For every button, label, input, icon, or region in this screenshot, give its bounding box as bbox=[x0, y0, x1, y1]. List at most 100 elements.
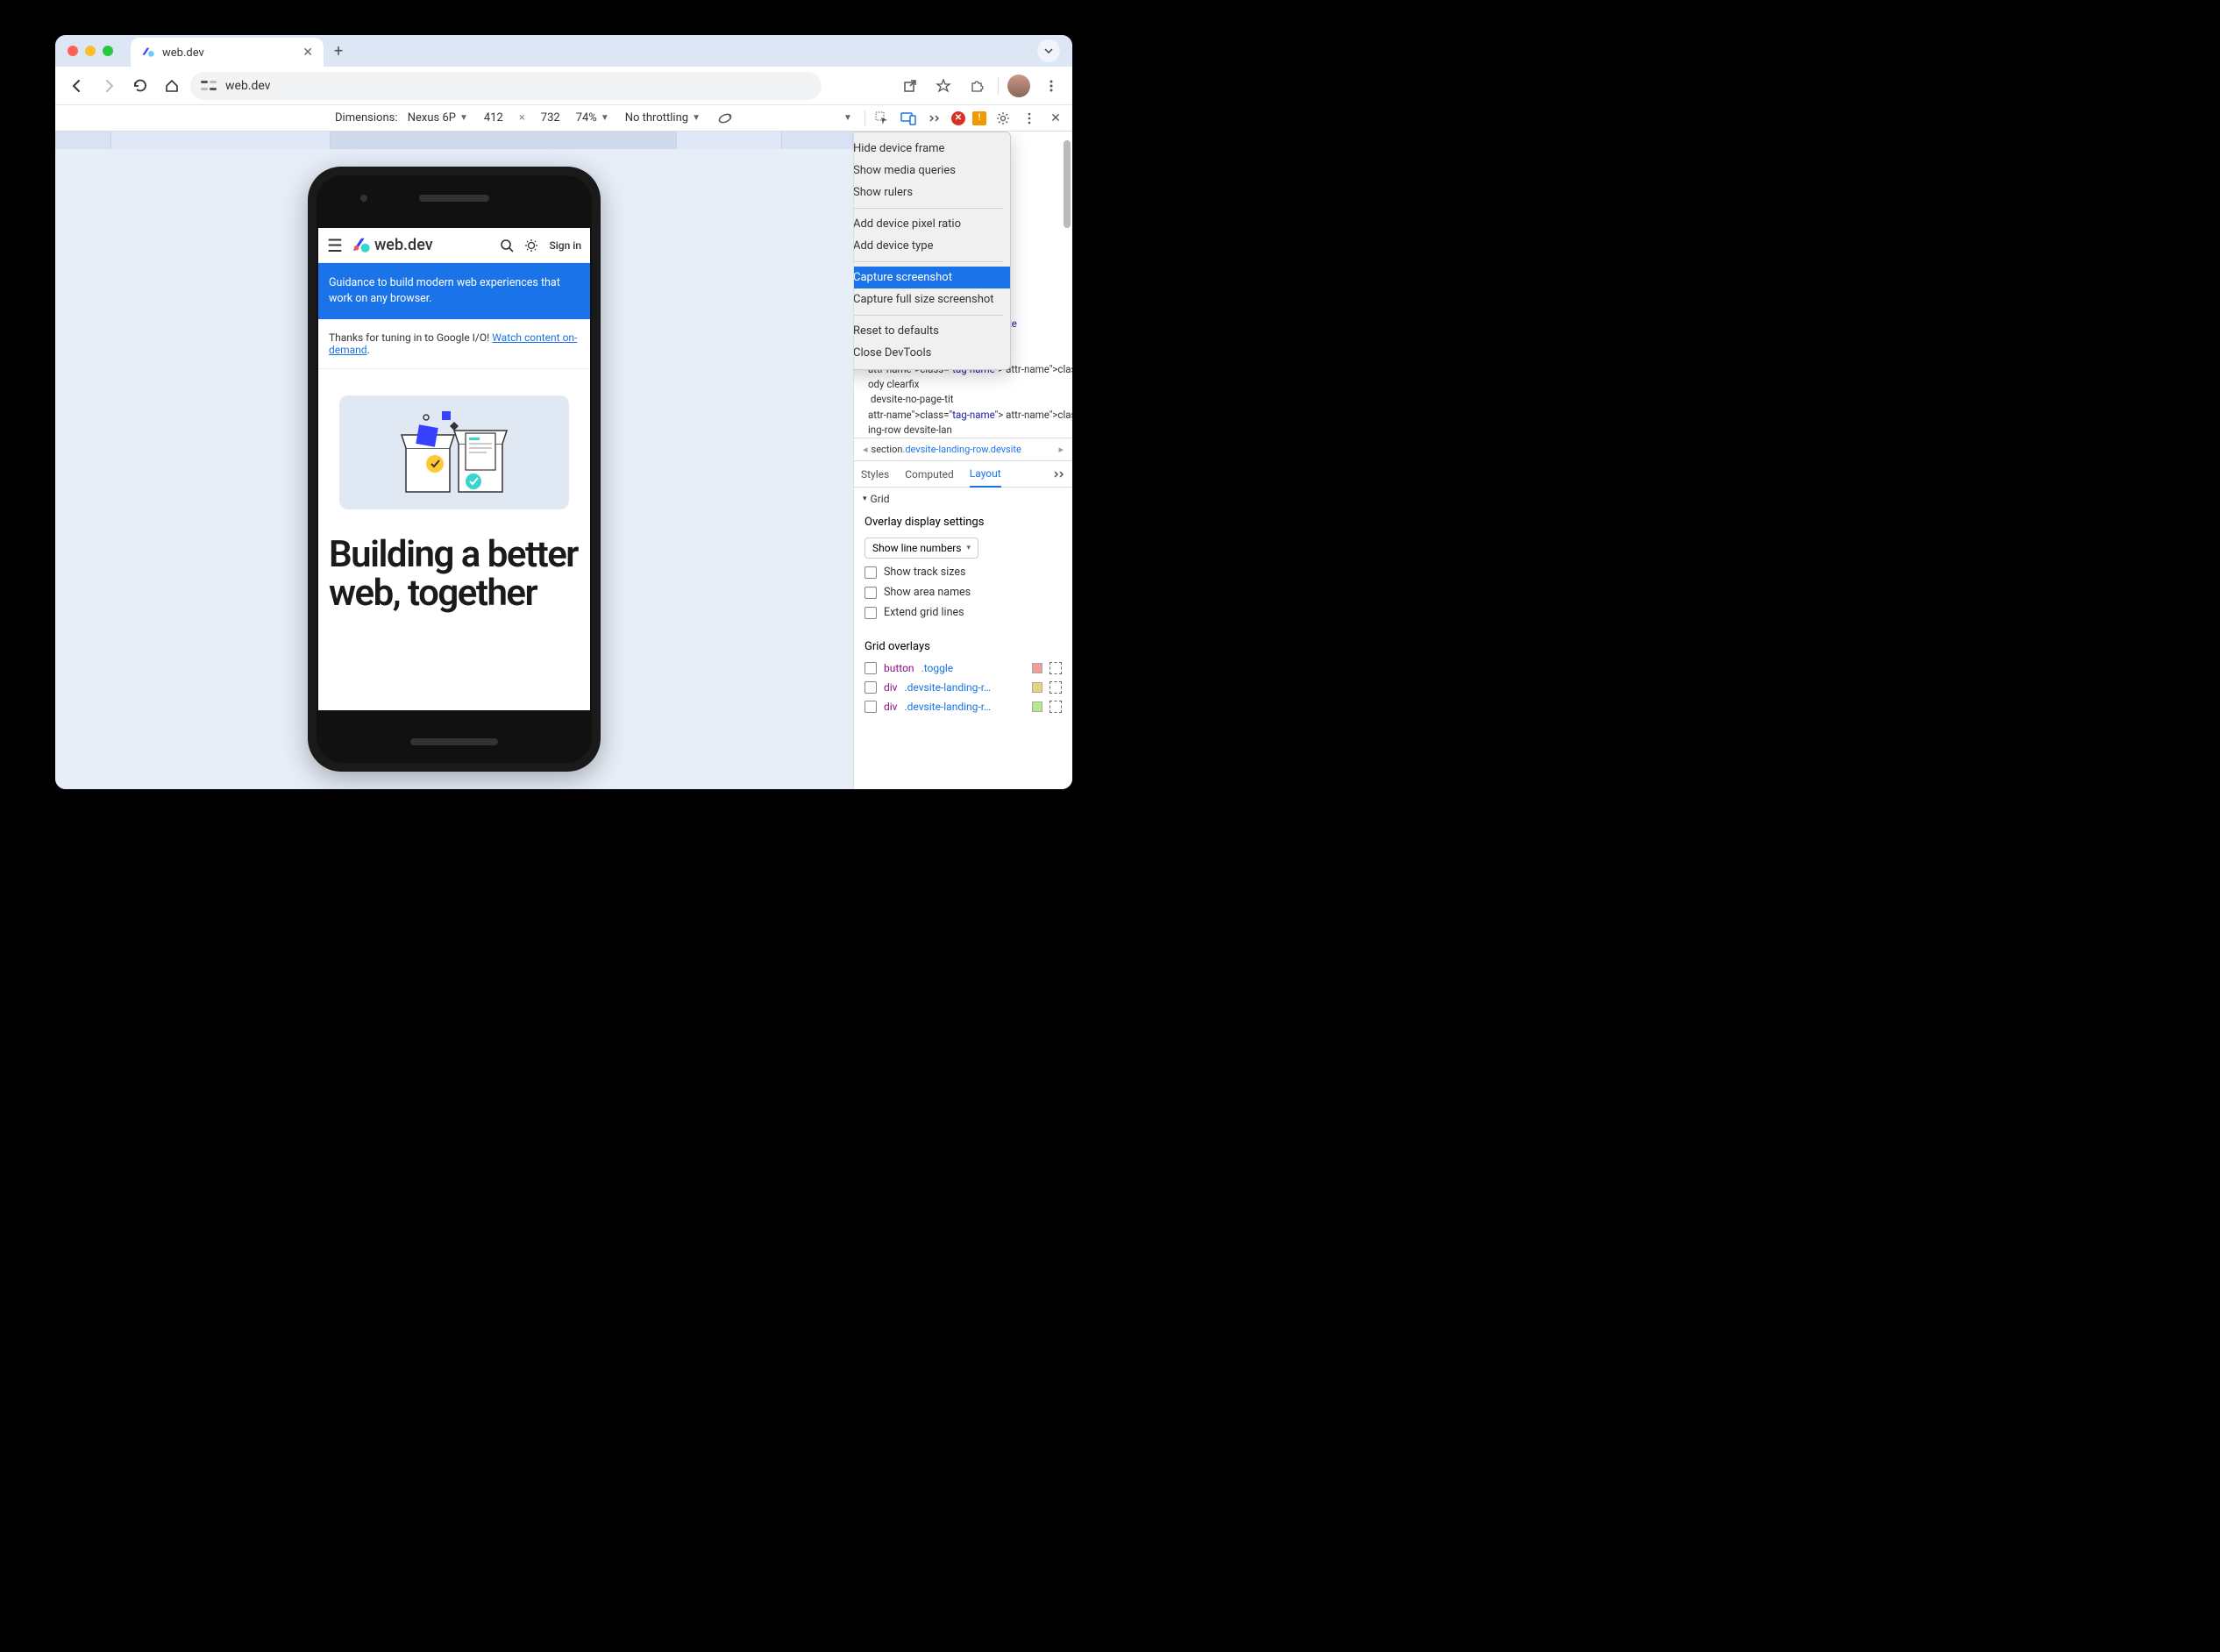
menu-hide-device-frame[interactable]: Hide device frame bbox=[853, 138, 1010, 160]
browser-tab[interactable]: web.dev ✕ bbox=[131, 38, 324, 68]
open-external-icon bbox=[902, 78, 918, 94]
scrollbar-thumb[interactable] bbox=[1064, 140, 1071, 228]
toggle-device-button[interactable] bbox=[899, 109, 918, 128]
menu-add-pixel-ratio[interactable]: Add device pixel ratio bbox=[853, 213, 1010, 235]
rotate-icon bbox=[716, 110, 734, 127]
search-icon bbox=[500, 239, 514, 253]
extensions-button[interactable] bbox=[964, 74, 989, 98]
width-input[interactable]: 412 bbox=[484, 111, 503, 125]
error-badge[interactable]: ✕ bbox=[951, 111, 965, 125]
menu-close-devtools[interactable]: Close DevTools bbox=[853, 342, 1010, 364]
inspect-icon bbox=[875, 111, 889, 125]
device-home-pill bbox=[410, 738, 498, 745]
tab-computed[interactable]: Computed bbox=[905, 468, 954, 481]
color-swatch[interactable] bbox=[1032, 701, 1042, 712]
bookmark-button[interactable] bbox=[931, 74, 956, 98]
reveal-icon[interactable] bbox=[1050, 662, 1062, 674]
close-window-button[interactable] bbox=[68, 46, 78, 56]
webdev-favicon-icon bbox=[141, 46, 155, 60]
menu-capture-full-screenshot[interactable]: Capture full size screenshot bbox=[853, 288, 1010, 310]
menu-reset-defaults[interactable]: Reset to defaults bbox=[853, 320, 1010, 342]
rotate-button[interactable] bbox=[716, 110, 734, 127]
window-controls bbox=[68, 46, 113, 56]
breadcrumb[interactable]: ◂ section.devsite-landing-row.devsite ▸ bbox=[854, 438, 1072, 461]
device-toolbar: Dimensions: Nexus 6P ▼ 412 × 732 74% ▼ N… bbox=[55, 105, 1072, 132]
check-track-sizes[interactable]: Show track sizes bbox=[865, 562, 1062, 582]
search-button[interactable] bbox=[500, 239, 514, 253]
reveal-icon[interactable] bbox=[1050, 681, 1062, 694]
line-numbers-select[interactable]: Show line numbers bbox=[865, 538, 978, 559]
device-camera bbox=[360, 195, 367, 202]
back-button[interactable] bbox=[64, 73, 90, 99]
warning-badge[interactable]: ! bbox=[972, 111, 986, 125]
profile-avatar[interactable] bbox=[1007, 75, 1030, 97]
color-swatch[interactable] bbox=[1032, 663, 1042, 673]
media-query-ruler bbox=[55, 132, 853, 149]
site-header: ☰ web.dev bbox=[318, 228, 590, 263]
overlay-row-2[interactable]: div.devsite-landing-r… bbox=[865, 697, 1062, 716]
chrome-menu-button[interactable] bbox=[1039, 74, 1064, 98]
dimensions-selector[interactable]: Dimensions: Nexus 6P ▼ bbox=[335, 111, 468, 125]
check-area-names[interactable]: Show area names bbox=[865, 582, 1062, 602]
overlay-row-0[interactable]: button.toggle bbox=[865, 659, 1062, 678]
close-tab-icon[interactable]: ✕ bbox=[302, 46, 313, 60]
new-tab-button[interactable]: + bbox=[334, 42, 343, 61]
check-extend-lines[interactable]: Extend grid lines bbox=[865, 602, 1062, 623]
notice-bar: Thanks for tuning in to Google I/O! Watc… bbox=[318, 319, 590, 369]
settings-button[interactable] bbox=[993, 109, 1013, 128]
more-tabs-button[interactable] bbox=[925, 109, 944, 128]
throttling-selector[interactable]: No throttling ▼ bbox=[625, 111, 701, 125]
device-screen[interactable]: ☰ web.dev bbox=[318, 228, 590, 710]
site-logo[interactable]: web.dev bbox=[352, 236, 433, 255]
menu-show-media-queries[interactable]: Show media queries bbox=[853, 160, 1010, 182]
close-devtools-button[interactable]: ✕ bbox=[1046, 109, 1065, 128]
more-subtabs-button[interactable] bbox=[1053, 470, 1065, 479]
tab-search-button[interactable] bbox=[1037, 39, 1060, 62]
grid-section-header[interactable]: Grid bbox=[854, 488, 1072, 510]
tab-layout[interactable]: Layout bbox=[970, 461, 1001, 488]
overlay-settings-label: Overlay display settings bbox=[865, 516, 1062, 529]
toolbar: web.dev bbox=[55, 67, 1072, 105]
device-preview-area: ☰ web.dev bbox=[55, 132, 853, 789]
share-button[interactable] bbox=[898, 74, 922, 98]
sign-in-link[interactable]: Sign in bbox=[549, 239, 581, 252]
tab-title: web.dev bbox=[162, 46, 295, 60]
menu-show-rulers[interactable]: Show rulers bbox=[853, 182, 1010, 203]
site-name: web.dev bbox=[374, 236, 433, 254]
inspect-element-button[interactable] bbox=[872, 109, 892, 128]
arrow-left-icon bbox=[69, 78, 85, 94]
maximize-window-button[interactable] bbox=[103, 46, 113, 56]
titlebar: web.dev ✕ + bbox=[55, 35, 1072, 67]
puzzle-icon bbox=[969, 78, 985, 94]
menu-button[interactable]: ☰ bbox=[327, 235, 343, 256]
reload-button[interactable] bbox=[127, 73, 153, 99]
menu-capture-screenshot[interactable]: Capture screenshot bbox=[853, 267, 1010, 288]
reload-icon bbox=[132, 78, 148, 94]
zoom-selector[interactable]: 74% ▼ bbox=[576, 111, 609, 125]
forward-button[interactable] bbox=[96, 73, 122, 99]
theme-button[interactable] bbox=[524, 239, 538, 253]
dimensions-x: × bbox=[519, 111, 525, 125]
browser-window: web.dev ✕ + web.de bbox=[55, 35, 1072, 789]
site-info-icon[interactable] bbox=[201, 80, 217, 92]
overlay-row-1[interactable]: div.devsite-landing-r… bbox=[865, 678, 1062, 697]
webdev-logo-icon bbox=[352, 236, 371, 255]
devtools-panel: -devsite-sidel-devsite-js51px; --de: -4p… bbox=[853, 132, 1072, 789]
star-icon bbox=[936, 78, 951, 94]
address-bar[interactable]: web.dev bbox=[190, 72, 822, 100]
device-frame: ☰ web.dev bbox=[308, 167, 601, 772]
menu-add-device-type[interactable]: Add device type bbox=[853, 235, 1010, 257]
chevrons-right-icon bbox=[929, 114, 941, 123]
tab-styles[interactable]: Styles bbox=[861, 468, 889, 481]
height-input[interactable]: 732 bbox=[541, 111, 560, 125]
color-swatch[interactable] bbox=[1032, 682, 1042, 693]
devices-icon bbox=[900, 111, 916, 125]
device-more-button[interactable]: ▼ bbox=[838, 109, 857, 128]
hero-illustration bbox=[339, 395, 569, 509]
content-row: ☰ web.dev bbox=[55, 132, 1072, 789]
home-button[interactable] bbox=[159, 73, 185, 99]
reveal-icon[interactable] bbox=[1050, 701, 1062, 713]
hero-heading: Building a better web, together bbox=[318, 536, 590, 613]
minimize-window-button[interactable] bbox=[85, 46, 96, 56]
devtools-menu-button[interactable] bbox=[1020, 109, 1039, 128]
